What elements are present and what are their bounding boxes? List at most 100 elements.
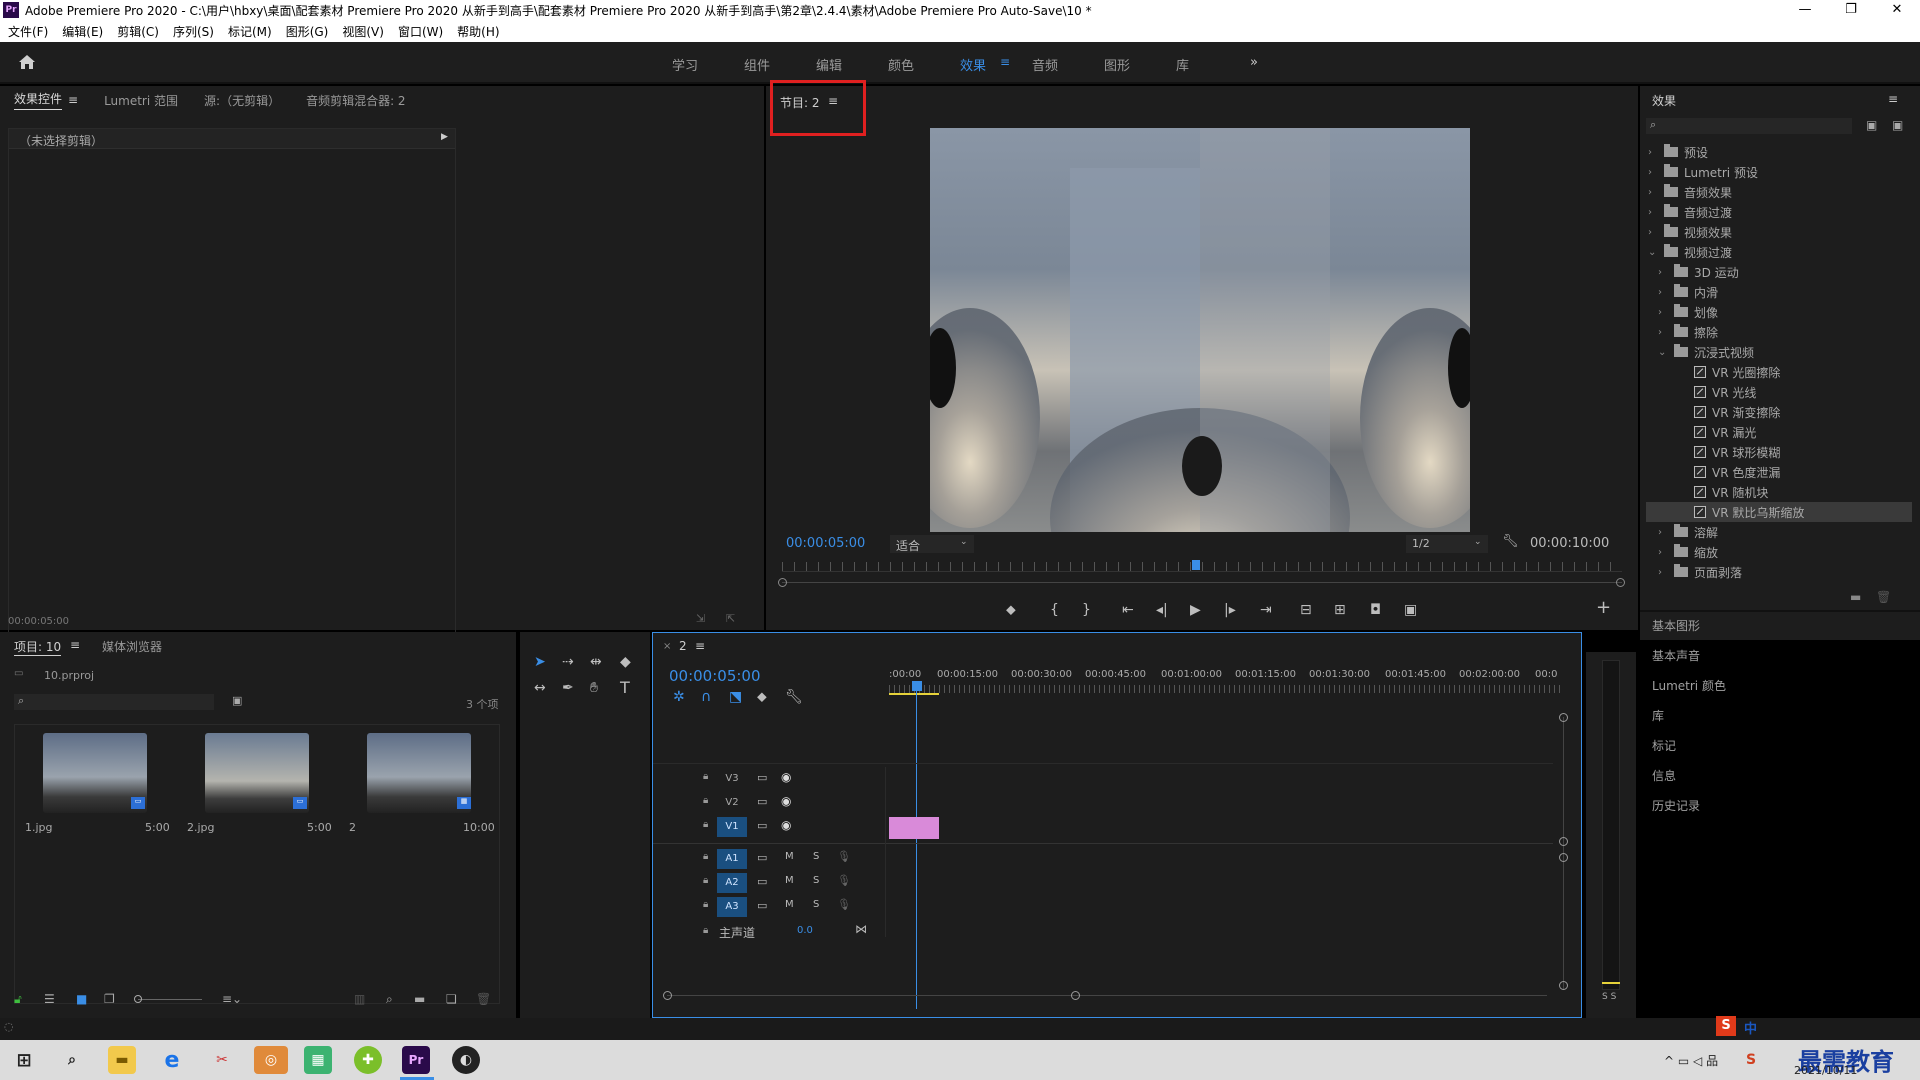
timeline-settings-icon[interactable]: 🔧︎ — [785, 689, 803, 705]
panel-essential-sound[interactable]: 基本声音 — [1652, 647, 1700, 664]
mic-icon[interactable]: 🎙︎ — [837, 874, 851, 887]
edge-icon[interactable]: e — [158, 1046, 186, 1074]
effect-item[interactable]: VR 球形模糊 — [1646, 442, 1912, 462]
v-scroll-handle[interactable] — [1559, 713, 1568, 722]
hand-tool-icon[interactable]: ✋︎ — [590, 680, 598, 696]
effect-folder[interactable]: ⌄ 视频过渡 — [1646, 242, 1912, 262]
lock-icon[interactable]: 🔒︎ — [703, 819, 708, 830]
chevron-right-icon[interactable]: › — [1658, 527, 1668, 538]
program-current-time[interactable]: 00:00:05:00 — [786, 536, 865, 551]
tab-media-browser[interactable]: 媒体浏览器 — [102, 638, 162, 655]
mic-icon[interactable]: 🎙︎ — [837, 850, 851, 863]
compare-view-icon[interactable]: ▣ — [1404, 602, 1417, 618]
lock-icon[interactable]: 🔒︎ — [703, 851, 708, 862]
add-marker-icon[interactable]: ⬥ — [757, 689, 767, 705]
wrench-icon[interactable]: 🔧︎ — [1502, 534, 1519, 549]
chevron-right-icon[interactable]: › — [1648, 147, 1658, 158]
track-label[interactable]: V1 — [717, 817, 747, 837]
menu-help[interactable]: 帮助(H) — [457, 23, 499, 40]
timeline-h-scrollbar[interactable] — [667, 995, 1547, 996]
type-tool-icon[interactable]: T — [620, 680, 630, 696]
time-ruler[interactable]: :00:00 00:00:15:00 00:00:30:00 00:00:45:… — [889, 669, 1561, 709]
close-button[interactable]: ✕ — [1874, 0, 1920, 20]
chevron-right-icon[interactable]: › — [1658, 307, 1668, 318]
workspace-color[interactable]: 颜色 — [888, 55, 914, 74]
project-search-input[interactable]: ⌕ — [14, 694, 214, 710]
ripple-edit-tool-icon[interactable]: ⇹ — [590, 654, 602, 670]
find-icon[interactable]: ⌕ — [386, 992, 393, 1007]
ime-icon[interactable]: S — [1746, 1052, 1756, 1068]
windows-start-icon[interactable]: ⊞ — [10, 1046, 38, 1074]
new-preset-bin-icon[interactable]: ▣ — [1892, 118, 1903, 132]
chevron-down-icon[interactable]: ⌄ — [1648, 247, 1658, 258]
chevron-right-icon[interactable]: › — [1658, 287, 1668, 298]
workspace-menu-icon[interactable]: ≡ — [1000, 55, 1010, 69]
menu-edit[interactable]: 编辑(E) — [62, 23, 103, 40]
more-workspaces-button[interactable]: » — [1250, 55, 1258, 70]
effect-folder[interactable]: › 内滑 — [1646, 282, 1912, 302]
chevron-right-icon[interactable]: › — [1648, 187, 1658, 198]
new-custom-bin-icon[interactable]: ▬ — [1850, 590, 1861, 604]
mute-button[interactable]: M — [785, 851, 794, 862]
menu-window[interactable]: 窗口(W) — [398, 23, 443, 40]
new-bin-icon[interactable]: ▣ — [1866, 118, 1877, 132]
go-to-out-icon[interactable]: ⇥ — [1260, 602, 1272, 618]
solo-button[interactable]: S — [813, 875, 819, 886]
mute-button[interactable]: M — [785, 899, 794, 910]
fit-dropdown[interactable]: 适合 ⌄ — [890, 535, 974, 553]
selection-tool-icon[interactable]: ➤ — [534, 654, 546, 670]
mic-icon[interactable]: 🎙︎ — [837, 898, 851, 911]
workspace-learn[interactable]: 学习 — [672, 55, 698, 74]
file-explorer-icon[interactable]: ▬ — [108, 1046, 136, 1074]
timeline-current-time[interactable]: 00:00:05:00 — [669, 667, 761, 685]
sync-lock-icon[interactable]: ▭ — [757, 851, 767, 864]
sync-lock-icon[interactable]: ▭ — [757, 819, 767, 832]
program-scrub-ruler[interactable] — [782, 562, 1622, 572]
tab-effect-controls[interactable]: 效果控件 — [14, 90, 63, 110]
search-icon[interactable]: ⌕ — [58, 1046, 86, 1074]
program-menu-icon[interactable]: ≡ — [828, 94, 838, 108]
add-marker-icon[interactable]: ⬥ — [1006, 602, 1016, 618]
effect-folder[interactable]: › 3D 运动 — [1646, 262, 1912, 282]
restore-button[interactable]: ❐ — [1828, 0, 1874, 20]
tab-project[interactable]: 项目: 10 — [14, 638, 62, 656]
filter-icon[interactable]: ⇲ — [696, 612, 705, 625]
app-icon[interactable]: ◐ — [452, 1046, 480, 1074]
go-to-edit-icon[interactable]: ⋈ — [855, 922, 867, 936]
icon-view-icon[interactable]: ■ — [76, 992, 87, 1006]
v-scroll-handle[interactable] — [1559, 837, 1568, 846]
sogou-ime-icon[interactable]: S — [1716, 1016, 1736, 1036]
eye-icon[interactable]: ◉ — [781, 794, 791, 808]
effect-item[interactable]: VR 色度泄漏 — [1646, 462, 1912, 482]
mark-out-icon[interactable]: } — [1082, 602, 1091, 618]
effect-item[interactable]: VR 漏光 — [1646, 422, 1912, 442]
slip-tool-icon[interactable]: ↔ — [534, 680, 546, 696]
tab-source[interactable]: 源:（无剪辑） — [204, 92, 280, 109]
project-thumb-3[interactable] — [367, 733, 471, 813]
workspace-editing[interactable]: 编辑 — [816, 55, 842, 74]
effect-item[interactable]: VR 随机块 — [1646, 482, 1912, 502]
workspace-assembly[interactable]: 组件 — [744, 55, 770, 74]
sync-lock-icon[interactable]: ▭ — [757, 795, 767, 808]
effect-folder[interactable]: › 擦除 — [1646, 322, 1912, 342]
go-to-in-icon[interactable]: ⇤ — [1122, 602, 1134, 618]
home-icon[interactable] — [18, 54, 36, 70]
effect-folder[interactable]: › 划像 — [1646, 302, 1912, 322]
lock-icon[interactable]: 🔒︎ — [703, 771, 708, 782]
effect-folder[interactable]: › 页面剥落 — [1646, 562, 1912, 582]
button-editor-plus-icon[interactable]: + — [1596, 599, 1611, 617]
chrome-icon[interactable]: ◎ — [254, 1046, 288, 1074]
panel-lumetri-color[interactable]: Lumetri 颜色 — [1652, 677, 1726, 694]
mute-button[interactable]: M — [785, 875, 794, 886]
menu-view[interactable]: 视图(V) — [342, 23, 384, 40]
mark-in-icon[interactable]: { — [1050, 602, 1059, 618]
clock-date[interactable]: 2021/10/11 — [1794, 1064, 1857, 1077]
effect-folder[interactable]: › 视频效果 — [1646, 222, 1912, 242]
lock-icon[interactable]: 🔒︎ — [703, 899, 708, 910]
zoom-handle-right[interactable] — [1616, 578, 1625, 587]
razor-tool-icon[interactable]: ◆ — [620, 654, 631, 670]
track-label[interactable]: A3 — [717, 897, 747, 917]
thumbnail-size-slider[interactable] — [138, 999, 202, 1000]
track-label[interactable]: A1 — [717, 849, 747, 869]
panel-markers[interactable]: 标记 — [1652, 737, 1676, 754]
